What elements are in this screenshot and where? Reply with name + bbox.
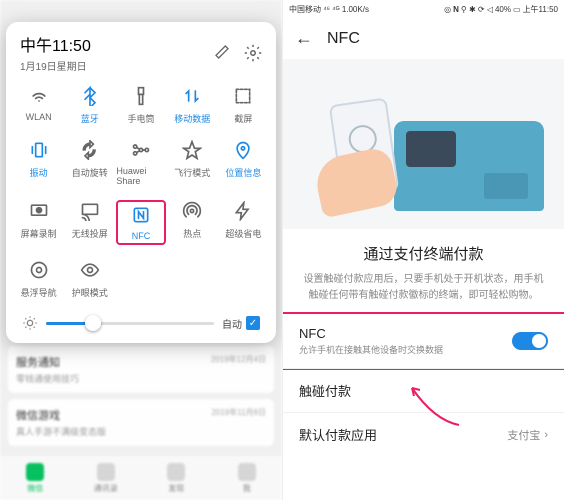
vibrate-icon: [28, 139, 50, 161]
wireless-cast-icon: [79, 200, 101, 222]
power-save-icon: [232, 200, 254, 222]
screenshot-icon: [232, 85, 254, 107]
tap-pay-row[interactable]: 触碰付款: [283, 368, 564, 412]
tile-label: 截屏: [234, 112, 252, 125]
tile-label: 飞行模式: [174, 166, 210, 179]
notification-card[interactable]: 2019年12月4日 服务通知 零钱通使用技巧: [8, 346, 274, 393]
mobile-data-icon: [181, 85, 203, 107]
tile-float-nav[interactable]: 悬浮导航: [14, 259, 63, 299]
tile-label: 位置信息: [225, 166, 261, 179]
tile-wireless-cast[interactable]: 无线投屏: [65, 200, 114, 245]
tile-huawei-share[interactable]: Huawei Share: [116, 139, 165, 186]
nav-wechat[interactable]: 微信: [0, 456, 71, 500]
brightness-icon: [22, 315, 38, 331]
tile-airplane[interactable]: 飞行模式: [168, 139, 217, 186]
tile-label: 移动数据: [174, 112, 210, 125]
tile-flashlight[interactable]: 手电筒: [116, 85, 165, 125]
quick-settings-phone: 2019年12月4日 服务通知 零钱通使用技巧 2019年11月8日 微信游戏 …: [0, 0, 282, 500]
flashlight-icon: [130, 85, 152, 107]
nfc-toggle-sub: 允许手机在接触其他设备时交换数据: [299, 343, 443, 356]
page-header: ← NFC: [283, 18, 564, 59]
nfc-switch[interactable]: [512, 332, 548, 350]
airplane-icon: [181, 139, 203, 161]
tile-label: 超级省电: [225, 227, 261, 240]
auto-rotate-icon: [79, 139, 101, 161]
nfc-toggle-row[interactable]: NFC 允许手机在接触其他设备时交换数据: [282, 312, 564, 370]
tile-label: 热点: [183, 227, 201, 240]
eye-comfort-icon: [79, 259, 101, 281]
panel-date: 1月19日星期日: [20, 58, 91, 73]
tile-wlan[interactable]: WLAN: [14, 85, 63, 125]
tile-vibrate[interactable]: 振动: [14, 139, 63, 186]
tile-label: NFC: [132, 231, 151, 241]
nfc-toggle-title: NFC: [299, 326, 443, 341]
huawei-share-icon: [130, 139, 152, 161]
tile-power-save[interactable]: 超级省电: [219, 200, 268, 245]
brightness-row: 自动 ✓: [14, 315, 268, 331]
nav-discover[interactable]: 发现: [141, 456, 212, 500]
nfc-illustration: [283, 59, 564, 229]
hero-title: 通过支付终端付款: [299, 243, 548, 264]
nav-me[interactable]: 我: [212, 456, 283, 500]
nfc-settings-phone: 中国移动 ⁴⁶ ⁴ᴳ 1.00K/s ◎ N ⚲ ✱ ⟳ ◁ 40% ▭ 上午1…: [282, 0, 564, 500]
tile-label: 护眼模式: [72, 286, 108, 299]
tile-label: 自动旋转: [72, 166, 108, 179]
bluetooth-icon: [79, 85, 101, 107]
tile-label: 手电筒: [127, 112, 154, 125]
back-icon[interactable]: ←: [295, 28, 313, 49]
tile-label: 蓝牙: [81, 112, 99, 125]
float-nav-icon: [28, 259, 50, 281]
panel-time: 中午11:50: [20, 32, 91, 56]
tile-label: Huawei Share: [116, 166, 165, 186]
tile-label: 屏幕录制: [21, 227, 57, 240]
default-app-row[interactable]: 默认付款应用 支付宝›: [283, 412, 564, 456]
tile-nfc[interactable]: NFC: [116, 200, 165, 245]
page-title: NFC: [327, 30, 360, 48]
quick-settings-panel: 中午11:50 1月19日星期日 WLAN 蓝牙 手电筒 移动数据 截屏振动 自动旋转 Hu…: [6, 22, 276, 343]
tile-label: 振动: [30, 166, 48, 179]
tile-hotspot[interactable]: 热点: [168, 200, 217, 245]
bottom-nav: 微信 通讯录 发现 我: [0, 456, 282, 500]
tile-screen-record[interactable]: 屏幕录制: [14, 200, 63, 245]
gear-icon[interactable]: [244, 44, 262, 62]
screen-record-icon: [28, 200, 50, 222]
tile-label: WLAN: [26, 112, 52, 122]
hotspot-icon: [181, 200, 203, 222]
tile-label: 无线投屏: [72, 227, 108, 240]
notification-card[interactable]: 2019年11月8日 微信游戏 真人手游不满级变态版: [8, 399, 274, 446]
nfc-icon: [130, 204, 152, 226]
wlan-icon: [28, 85, 50, 107]
tile-bluetooth[interactable]: 蓝牙: [65, 85, 114, 125]
hero-desc: 设置触碰付款应用后，只要手机处于开机状态，用手机触碰任何带有触碰付款徽标的终端，…: [299, 272, 548, 304]
auto-brightness-checkbox[interactable]: ✓: [246, 316, 260, 330]
tiles-grid: WLAN 蓝牙 手电筒 移动数据 截屏振动 自动旋转 Huawei Share 飞行模式 位置信…: [14, 85, 268, 299]
tile-eye-comfort[interactable]: 护眼模式: [65, 259, 114, 299]
chevron-right-icon: ›: [544, 429, 548, 441]
tile-mobile-data[interactable]: 移动数据: [168, 85, 217, 125]
tile-auto-rotate[interactable]: 自动旋转: [65, 139, 114, 186]
auto-brightness-label: 自动: [222, 316, 242, 331]
tile-screenshot[interactable]: 截屏: [219, 85, 268, 125]
tile-location[interactable]: 位置信息: [219, 139, 268, 186]
location-icon: [232, 139, 254, 161]
tile-label: 悬浮导航: [21, 286, 57, 299]
brightness-slider[interactable]: [46, 322, 214, 325]
edit-icon[interactable]: [214, 44, 230, 62]
status-bar: 中国移动 ⁴⁶ ⁴ᴳ 1.00K/s ◎ N ⚲ ✱ ⟳ ◁ 40% ▭ 上午1…: [283, 0, 564, 18]
nav-contacts[interactable]: 通讯录: [71, 456, 142, 500]
